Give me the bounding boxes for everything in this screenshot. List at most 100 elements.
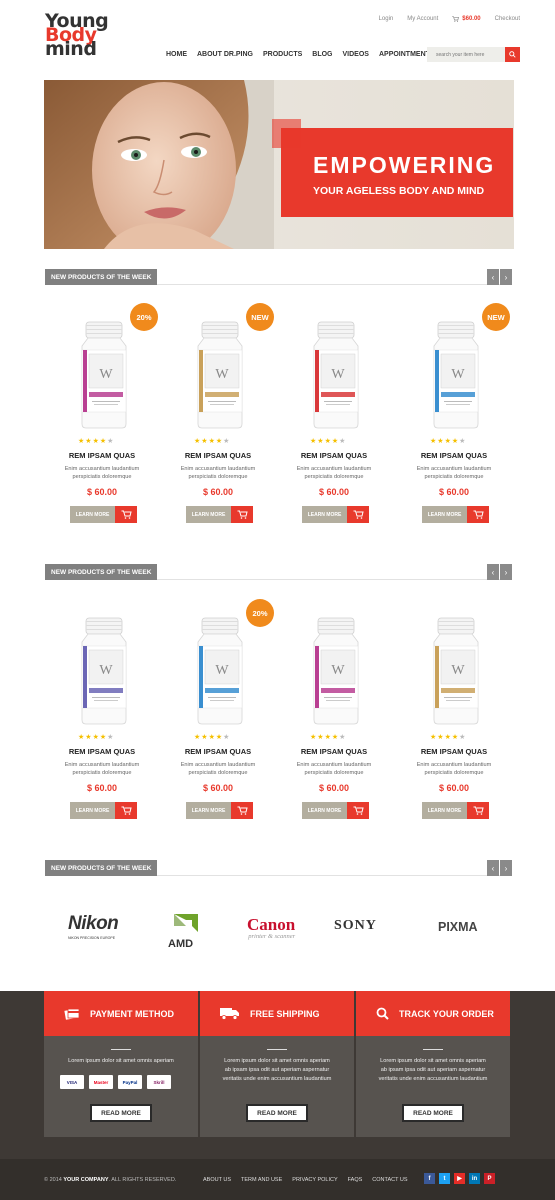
next-arrow-icon[interactable]: › (500, 564, 512, 580)
brand-sony[interactable]: SONY (334, 918, 377, 934)
nav-about[interactable]: ABOUT DR.PING (197, 51, 253, 58)
nav-appointment[interactable]: APPOINTMENT (379, 51, 430, 58)
product-card[interactable]: W NEW ★★★★★ REM IPSAM QUAS Enim accusantium … (404, 303, 510, 540)
hero-headline: EMPOWERING (313, 152, 496, 178)
add-to-cart-button[interactable] (231, 506, 253, 523)
learn-more-button[interactable]: LEARN MORE (422, 506, 467, 523)
add-to-cart-button[interactable] (347, 506, 369, 523)
search-button[interactable] (505, 47, 520, 62)
mastercard-icon: Master (89, 1075, 113, 1089)
product-name[interactable]: REM IPSAM QUAS (284, 451, 384, 460)
brand-amd[interactable]: AMD (168, 912, 200, 950)
product-description: Enim accusantium laudantium perspiciatis … (168, 465, 268, 481)
footer-link-contact[interactable]: CONTACT US (372, 1177, 407, 1183)
cart-icon (121, 510, 132, 519)
product-actions: LEARN MORE (186, 506, 253, 523)
facebook-icon[interactable]: f (424, 1173, 435, 1184)
my-account-link[interactable]: My Account (407, 16, 438, 22)
product-price: $ 60.00 (438, 487, 470, 497)
product-badge: NEW (482, 303, 510, 331)
product-name[interactable]: REM IPSAM QUAS (52, 747, 152, 756)
star-icon: ★ (324, 438, 332, 445)
copyright: © 2014 YOUR COMPANY. ALL RIGHTS RESERVED… (44, 1177, 176, 1183)
pinterest-icon[interactable]: P (484, 1173, 495, 1184)
nav-videos[interactable]: VIDEOS (343, 51, 369, 58)
nav-blog[interactable]: BLOG (312, 51, 332, 58)
site-logo[interactable]: Young Body mind (45, 12, 127, 60)
add-to-cart-button[interactable] (115, 802, 137, 819)
add-to-cart-button[interactable] (347, 802, 369, 819)
twitter-icon[interactable]: t (439, 1173, 450, 1184)
product-name[interactable]: REM IPSAM QUAS (52, 451, 152, 460)
product-card[interactable]: W ★★★★★ REM IPSAM QUAS Enim accusantium lau… (284, 310, 384, 540)
amd-logo-icon (174, 914, 198, 932)
svg-text:W: W (331, 663, 345, 678)
add-to-cart-button[interactable] (467, 802, 489, 819)
brand-pixma[interactable]: PIXMA (438, 920, 478, 934)
product-card[interactable]: W NEW ★★★★★ REM IPSAM QUAS Enim accusantium … (168, 303, 274, 540)
next-arrow-icon[interactable]: › (500, 860, 512, 876)
product-desc-line: perspiciatis doloremque (72, 770, 132, 776)
copyright-suffix: . ALL RIGHTS RESERVED. (108, 1177, 177, 1183)
product-rating: ★★★★★ (194, 437, 230, 445)
learn-more-button[interactable]: LEARN MORE (186, 802, 231, 819)
add-to-cart-button[interactable] (467, 506, 489, 523)
product-card[interactable]: W 20% ★★★★★ REM IPSAM QUAS Enim accusantium … (168, 599, 274, 836)
product-name[interactable]: REM IPSAM QUAS (404, 451, 504, 460)
product-card[interactable]: W 20% ★★★★★ REM IPSAM QUAS Enim accusantium … (52, 303, 158, 540)
search-icon (509, 51, 516, 58)
nav-home[interactable]: HOME (166, 51, 187, 58)
nav-products[interactable]: PRODUCTS (263, 51, 302, 58)
footer-link-privacy[interactable]: PRIVACY POLICY (292, 1177, 337, 1183)
social-links: f t ▶ in P (424, 1173, 495, 1184)
product-name[interactable]: REM IPSAM QUAS (168, 747, 268, 756)
hero-banner[interactable]: EMPOWERING YOUR AGELESS BODY AND MIND (44, 80, 514, 249)
prev-arrow-icon[interactable]: ‹ (487, 269, 499, 285)
product-card[interactable]: W ★★★★★ REM IPSAM QUAS Enim accusantium lau… (284, 606, 384, 836)
logo-line-3: mind (45, 38, 97, 60)
product-name[interactable]: REM IPSAM QUAS (168, 451, 268, 460)
product-rating: ★★★★★ (430, 733, 466, 741)
learn-more-button[interactable]: LEARN MORE (302, 802, 347, 819)
star-icon: ★ (437, 438, 445, 445)
product-description: Enim accusantium laudantium perspiciatis … (52, 761, 152, 777)
add-to-cart-button[interactable] (231, 802, 253, 819)
footer-link-faqs[interactable]: FAQS (348, 1177, 363, 1183)
next-arrow-icon[interactable]: › (500, 269, 512, 285)
cart-link[interactable]: $60.00 (452, 16, 481, 22)
star-icon: ★ (201, 438, 209, 445)
footer-links: ABOUT US TERM AND USE PRIVACY POLICY FAQ… (203, 1177, 408, 1183)
product-name[interactable]: REM IPSAM QUAS (404, 747, 504, 756)
learn-more-button[interactable]: LEARN MORE (422, 802, 467, 819)
footer-link-about[interactable]: ABOUT US (203, 1177, 231, 1183)
linkedin-icon[interactable]: in (469, 1173, 480, 1184)
feature-title: PAYMENT METHOD (90, 1008, 175, 1019)
product-desc-line: perspiciatis doloremque (424, 474, 484, 480)
cart-icon (452, 16, 460, 22)
section-title: NEW PRODUCTS OF THE WEEK (45, 860, 158, 876)
brand-canon[interactable]: Canon printer & scanner (247, 915, 295, 940)
youtube-icon[interactable]: ▶ (454, 1173, 465, 1184)
product-name[interactable]: REM IPSAM QUAS (284, 747, 384, 756)
prev-arrow-icon[interactable]: ‹ (487, 564, 499, 580)
read-more-button[interactable]: READ MORE (402, 1104, 464, 1122)
search-input[interactable] (427, 47, 505, 62)
checkout-link[interactable]: Checkout (495, 16, 520, 22)
add-to-cart-button[interactable] (115, 506, 137, 523)
product-card[interactable]: W ★★★★★ REM IPSAM QUAS Enim accusantium lau… (404, 606, 504, 836)
learn-more-button[interactable]: LEARN MORE (70, 506, 115, 523)
svg-text:W: W (215, 367, 229, 382)
brand-nikon[interactable]: Nikon NIKON PRECISION EUROPE (68, 913, 119, 940)
read-more-button[interactable]: READ MORE (90, 1104, 152, 1122)
login-link[interactable]: Login (379, 16, 394, 22)
product-card[interactable]: W ★★★★★ REM IPSAM QUAS Enim accusantium lau… (52, 606, 152, 836)
prev-arrow-icon[interactable]: ‹ (487, 860, 499, 876)
footer-link-terms[interactable]: TERM AND USE (241, 1177, 282, 1183)
learn-more-button[interactable]: LEARN MORE (186, 506, 231, 523)
learn-more-button[interactable]: LEARN MORE (302, 506, 347, 523)
feature-header: PAYMENT METHOD (44, 991, 198, 1036)
feature-payment-method: PAYMENT METHOD Lorem ipsum dolor sit ame… (44, 991, 198, 1137)
product-bottle-image: W (433, 321, 479, 429)
read-more-button[interactable]: READ MORE (246, 1104, 308, 1122)
learn-more-button[interactable]: LEARN MORE (70, 802, 115, 819)
